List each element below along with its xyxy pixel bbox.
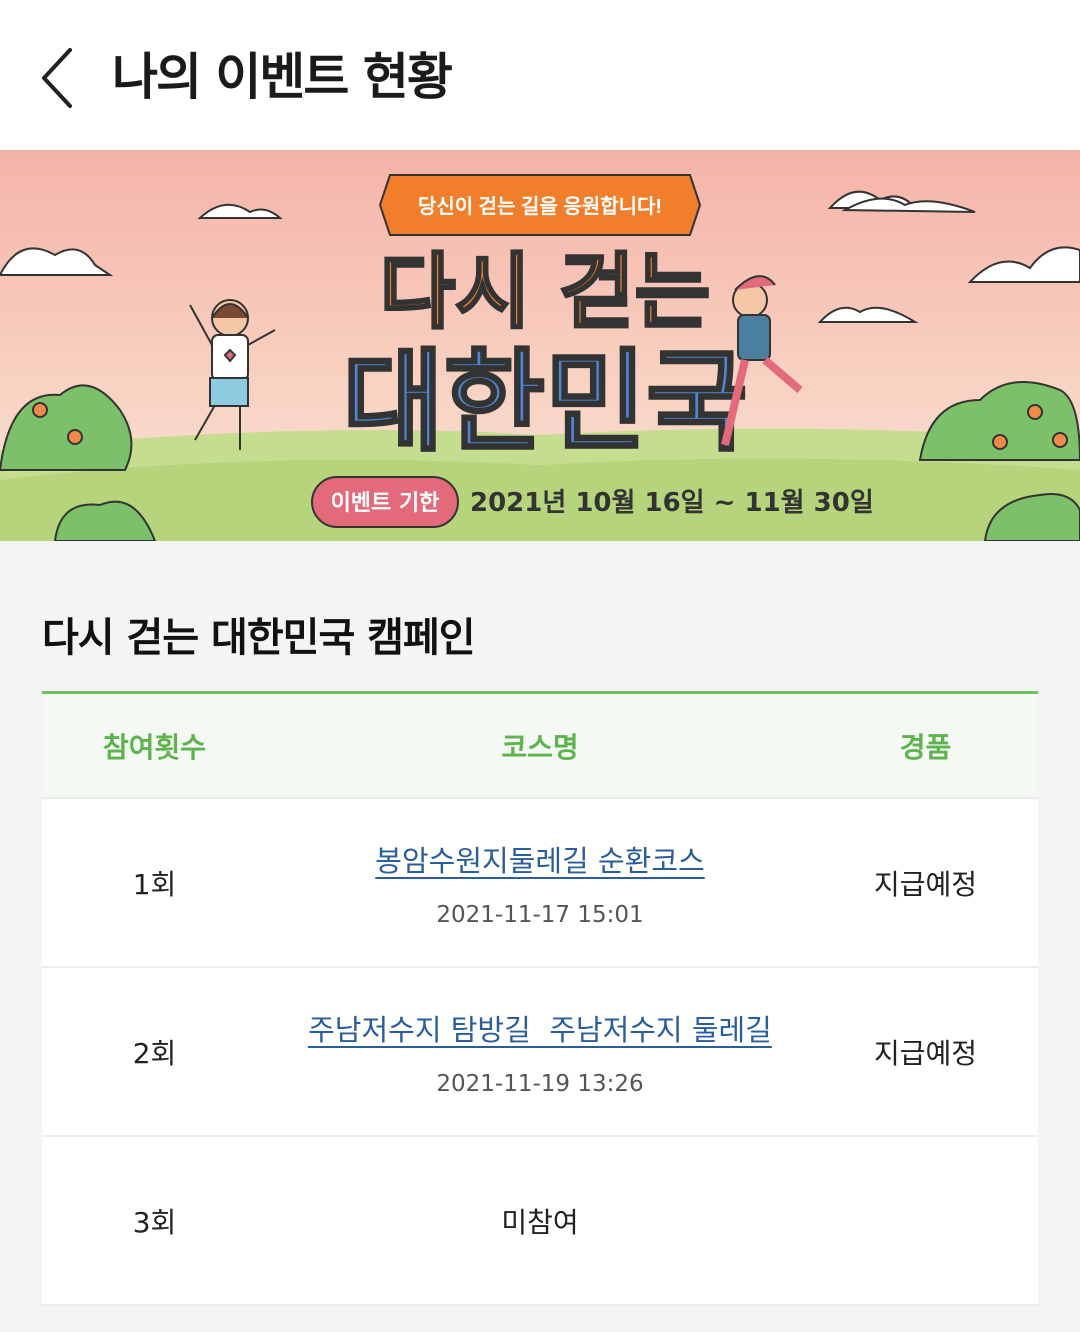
course-cell: 미참여 (267, 1201, 813, 1241)
header-prize: 경품 (899, 730, 952, 764)
event-status-content: 다시 걷는 대한민국 캠페인 참여횟수 코스명 경품 1회 봉암수원지둘레길 순… (0, 541, 1080, 1332)
table-header: 참여횟수 코스명 경품 (42, 694, 1038, 799)
course-cell: 봉암수원지둘레길 순환코스 2021-11-17 15:01 (267, 838, 813, 928)
header-course-name: 코스명 (501, 730, 579, 764)
not-participated-status: 미참여 (501, 1205, 579, 1239)
period-value: 2021년 10월 16일 ~ 11월 30일 (470, 488, 874, 518)
table-row: 1회 봉암수원지둘레길 순환코스 2021-11-17 15:01 지급예정 (42, 799, 1038, 968)
event-banner[interactable]: 당신이 걷는 길을 응원합니다! 다시 걷는 대한민국 이벤트 기한 2021년… (0, 150, 1080, 541)
banner-headline-top: 다시 걷는 (380, 245, 710, 340)
banner-ribbon-text: 당신이 걷는 길을 응원합니다! (418, 195, 662, 218)
page-title: 나의 이벤트 현황 (112, 48, 453, 106)
header-participation-count: 참여횟수 (102, 730, 207, 764)
participation-count: 2회 (132, 1036, 177, 1070)
prize-status: 지급예정 (873, 867, 978, 901)
course-link[interactable]: 봉암수원지둘레길 순환코스 (267, 838, 813, 880)
banner-headline-bottom: 대한민국 (343, 338, 748, 466)
app-header: 나의 이벤트 현황 (0, 0, 1080, 150)
course-date: 2021-11-19 13:26 (436, 1070, 644, 1097)
table-row: 2회 주남저수지 탐방길 주남저수지 둘레길 2021-11-19 13:26 … (42, 968, 1038, 1137)
prize-status: 지급예정 (873, 1036, 978, 1070)
participation-count: 3회 (132, 1205, 177, 1239)
participation-table: 참여횟수 코스명 경품 1회 봉암수원지둘레길 순환코스 2021-11-17 … (42, 691, 1038, 1306)
course-link[interactable]: 주남저수지 탐방길 주남저수지 둘레길 (267, 1007, 813, 1049)
course-date: 2021-11-17 15:01 (436, 901, 644, 928)
back-button[interactable] (30, 40, 90, 120)
table-row: 3회 미참여 (42, 1137, 1038, 1306)
campaign-title: 다시 걷는 대한민국 캠페인 (42, 615, 476, 661)
ribbon-decoration: 당신이 걷는 길을 응원합니다! (378, 174, 702, 236)
participation-count: 1회 (132, 867, 177, 901)
course-cell: 주남저수지 탐방길 주남저수지 둘레길 2021-11-19 13:26 (267, 1007, 813, 1097)
chevron-left-icon (42, 48, 72, 108)
period-label: 이벤트 기한 (331, 491, 440, 516)
